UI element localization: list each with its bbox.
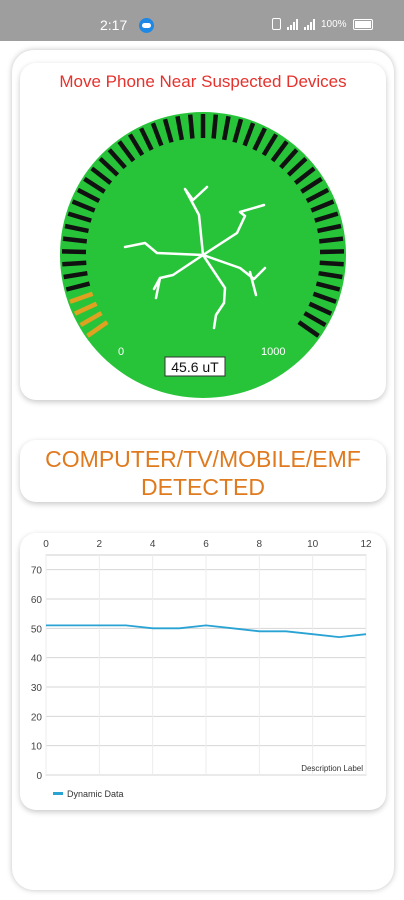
gauge-value-readout: 45.6 uT (171, 359, 219, 375)
signal-icon-2 (304, 18, 315, 30)
battery-icon (352, 18, 373, 30)
legend-swatch (53, 792, 63, 795)
emf-gauge: 0 1000 45.6 uT (60, 112, 346, 398)
y-tick-label: 40 (31, 654, 43, 665)
emf-line-chart: 0 10 20 30 40 50 60 70 0 2 4 6 8 10 12 Description Labe… (31, 539, 372, 799)
status-bar: 2:17 100% (0, 0, 404, 41)
x-tick-label: 8 (257, 539, 263, 550)
status-time: 2:17 (100, 17, 128, 33)
cloud-icon (139, 18, 154, 33)
signal-icon (287, 18, 298, 30)
gauge-tick (61, 249, 87, 255)
gauge-tick (187, 114, 195, 139)
y-tick-label: 50 (31, 624, 43, 635)
gauge-tick (62, 260, 87, 267)
gauge-tick (211, 114, 219, 139)
chart-card: 0 10 20 30 40 50 60 70 0 2 4 6 8 10 12 Description Labe… (20, 533, 386, 810)
gauge-min-label: 0 (118, 346, 124, 358)
y-tick-label: 0 (36, 771, 42, 782)
detection-message: COMPUTER/TV/MOBILE/EMF DETECTED (45, 446, 361, 500)
y-tick-label: 30 (31, 683, 43, 694)
chart-description: Description Label (301, 764, 363, 773)
y-tick-label: 20 (31, 712, 43, 723)
legend-label: Dynamic Data (67, 789, 124, 799)
vibrate-icon (272, 18, 281, 30)
status-icons: 100% (272, 18, 373, 30)
detection-card: COMPUTER/TV/MOBILE/EMF DETECTED (20, 440, 386, 502)
x-tick-label: 2 (97, 539, 103, 550)
x-tick-label: 6 (203, 539, 209, 550)
gauge-tick (318, 236, 344, 244)
y-tick-label: 10 (31, 742, 43, 753)
gauge-tick (319, 260, 344, 267)
gauge-max-label: 1000 (261, 346, 285, 358)
x-tick-label: 10 (307, 539, 319, 550)
battery-percent: 100% (321, 18, 347, 30)
gauge-card: Move Phone Near Suspected Devices 0 1000… (20, 63, 386, 400)
x-tick-label: 4 (150, 539, 156, 550)
gauge-tick (62, 236, 88, 244)
x-tick-label: 0 (43, 539, 49, 550)
y-tick-label: 70 (31, 566, 43, 577)
x-tick-label: 12 (360, 539, 372, 550)
gauge-tick (319, 249, 345, 255)
y-tick-label: 60 (31, 595, 43, 606)
